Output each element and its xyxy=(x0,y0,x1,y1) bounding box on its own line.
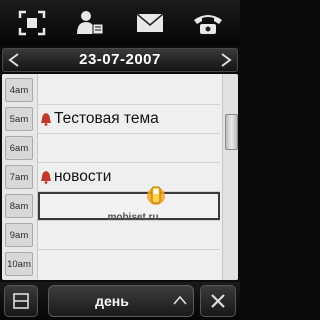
hour-slot-5am[interactable]: 5am xyxy=(5,107,33,131)
envelope-icon xyxy=(136,13,164,32)
hour-slot-6am[interactable]: 6am xyxy=(5,136,33,160)
arrow-right-icon xyxy=(221,53,232,67)
scrollbar-thumb[interactable] xyxy=(225,114,238,150)
view-mode-label: день xyxy=(95,293,129,309)
hour-slot-10am[interactable]: 10am xyxy=(5,252,33,276)
watermark: mobiset.ru xyxy=(74,182,204,232)
close-icon xyxy=(211,294,225,308)
chevron-up-icon xyxy=(173,295,187,305)
event-title: Тестовая тема xyxy=(54,110,159,127)
messages-button[interactable] xyxy=(124,4,176,42)
date-navigation-bar: 23-07-2007 xyxy=(2,48,238,72)
focus-frame-button[interactable] xyxy=(6,4,58,42)
contacts-button[interactable] xyxy=(64,4,116,42)
bottom-bar: день xyxy=(0,282,240,320)
current-date: 23-07-2007 xyxy=(79,51,161,68)
hour-slot-8am[interactable]: 8am xyxy=(5,194,33,218)
arrow-left-icon xyxy=(8,53,19,67)
grid-line xyxy=(38,162,220,163)
top-toolbar xyxy=(0,0,240,46)
hour-column: 4am 5am 6am 7am 8am 9am 10am xyxy=(2,74,38,280)
hour-slot-9am[interactable]: 9am xyxy=(5,223,33,247)
hour-slot-4am[interactable]: 4am xyxy=(5,78,33,102)
phone-button[interactable] xyxy=(182,4,234,42)
menu-button[interactable] xyxy=(4,285,38,317)
event-item[interactable]: Тестовая тема xyxy=(40,108,159,130)
previous-day-button[interactable] xyxy=(5,51,23,69)
grid-line xyxy=(38,133,220,134)
contacts-icon xyxy=(77,11,104,35)
phone-icon xyxy=(194,15,222,34)
grid-line xyxy=(38,249,220,250)
vertical-scrollbar[interactable] xyxy=(222,74,238,280)
view-mode-selector[interactable]: день xyxy=(48,285,194,317)
next-day-button[interactable] xyxy=(217,51,235,69)
alarm-bell-icon xyxy=(41,171,51,184)
day-schedule: 4am 5am 6am 7am 8am 9am 10am Тестовая те… xyxy=(2,74,238,280)
focus-frame-icon xyxy=(18,10,46,36)
close-button[interactable] xyxy=(200,285,236,317)
alarm-bell-icon xyxy=(41,113,51,126)
watermark-text: mobiset.ru xyxy=(107,212,159,223)
hour-slot-7am[interactable]: 7am xyxy=(5,165,33,189)
phone-screen: 23-07-2007 4am 5am 6am 7am 8am 9am 10am xyxy=(0,0,240,320)
menu-icon xyxy=(13,293,29,309)
grid-line xyxy=(38,104,220,105)
mobile-phone-logo-icon xyxy=(147,186,165,205)
